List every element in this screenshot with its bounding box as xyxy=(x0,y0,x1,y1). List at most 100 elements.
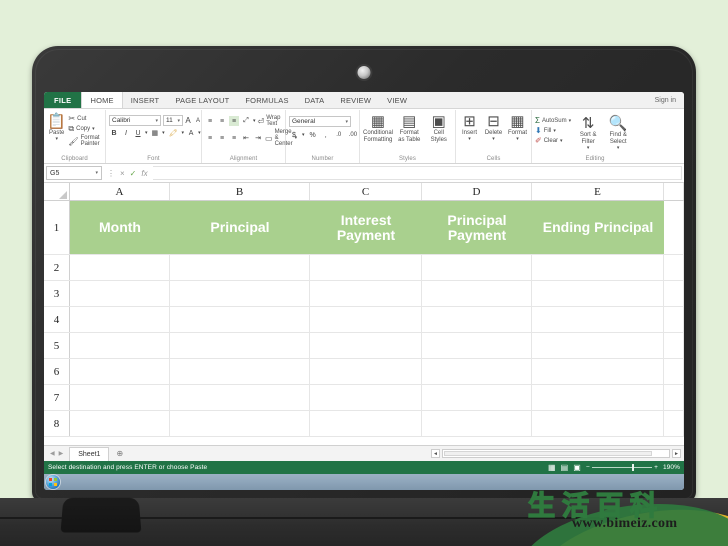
insert-function-button[interactable]: fx xyxy=(141,169,147,178)
format-as-table-button[interactable]: ▤ Format as Table xyxy=(396,112,423,144)
delete-cells-button[interactable]: ⊟ Delete ▾ xyxy=(483,112,504,143)
enter-formula-button[interactable]: ✓ xyxy=(130,169,137,178)
cell-e4[interactable] xyxy=(532,307,664,332)
increase-decimal-icon[interactable]: .0 xyxy=(334,130,344,140)
autosum-button[interactable]: Σ AutoSum ▾ xyxy=(535,116,571,125)
cell-e3[interactable] xyxy=(532,281,664,306)
tab-view[interactable]: VIEW xyxy=(379,92,415,108)
orientation-icon[interactable]: ⤢ xyxy=(241,116,251,126)
tab-review[interactable]: REVIEW xyxy=(332,92,379,108)
more-options-icon[interactable]: ⋮ xyxy=(107,169,115,178)
align-top-icon[interactable]: ≡ xyxy=(205,116,215,126)
wrap-text-button[interactable]: ⏎ Wrap Text xyxy=(258,115,282,127)
zoom-slider-track[interactable] xyxy=(591,464,653,471)
cell-f5[interactable] xyxy=(664,333,684,358)
view-page-break-button[interactable]: ▣ xyxy=(573,463,581,472)
cell-d4[interactable] xyxy=(422,307,532,332)
align-left-icon[interactable]: ≡ xyxy=(205,133,215,143)
clear-button[interactable]: ✐ Clear ▾ xyxy=(535,136,571,145)
currency-button[interactable]: $ xyxy=(289,130,299,140)
cell-b1[interactable]: Principal xyxy=(170,201,310,254)
horizontal-scrollbar[interactable]: ◄ ► xyxy=(431,449,681,458)
fill-button[interactable]: ⬇ Fill ▾ xyxy=(535,126,571,135)
cell-a5[interactable] xyxy=(70,333,170,358)
cell-a8[interactable] xyxy=(70,411,170,436)
row-header-2[interactable]: 2 xyxy=(44,255,70,280)
row-header-3[interactable]: 3 xyxy=(44,281,70,306)
row-header-4[interactable]: 4 xyxy=(44,307,70,332)
cell-f7[interactable] xyxy=(664,385,684,410)
row-header-6[interactable]: 6 xyxy=(44,359,70,384)
cell-a7[interactable] xyxy=(70,385,170,410)
cell-e2[interactable] xyxy=(532,255,664,280)
row-header-1[interactable]: 1 xyxy=(44,201,70,254)
cell-a1[interactable]: Month xyxy=(70,201,170,254)
formula-input[interactable] xyxy=(152,166,682,180)
cell-a4[interactable] xyxy=(70,307,170,332)
view-normal-button[interactable]: ▦ xyxy=(548,463,556,472)
cell-d7[interactable] xyxy=(422,385,532,410)
percent-button[interactable]: % xyxy=(308,130,318,140)
format-painter-button[interactable]: 🖌 Format Painter xyxy=(68,135,102,147)
cell-c6[interactable] xyxy=(310,359,422,384)
tab-formulas[interactable]: FORMULAS xyxy=(237,92,296,108)
cell-f6[interactable] xyxy=(664,359,684,384)
cut-button[interactable]: ✂ Cut xyxy=(68,114,102,123)
tab-home[interactable]: HOME xyxy=(81,92,123,108)
tab-page-layout[interactable]: PAGE LAYOUT xyxy=(167,92,237,108)
cell-e8[interactable] xyxy=(532,411,664,436)
copy-button[interactable]: ⧉ Copy ▾ xyxy=(68,124,102,134)
format-cells-button[interactable]: ▦ Format ▾ xyxy=(507,112,528,143)
cell-c5[interactable] xyxy=(310,333,422,358)
grow-font-button[interactable]: A xyxy=(183,116,193,126)
font-name-input[interactable]: Calibri ▾ xyxy=(109,115,161,126)
decrease-indent-icon[interactable]: ⇤ xyxy=(241,133,251,143)
next-sheet-icon[interactable]: ▶ xyxy=(59,450,64,457)
column-header-b[interactable]: B xyxy=(170,183,310,200)
cell-b8[interactable] xyxy=(170,411,310,436)
name-box[interactable]: G5 ▾ xyxy=(46,166,102,180)
zoom-slider[interactable]: − + xyxy=(586,464,658,471)
cell-b5[interactable] xyxy=(170,333,310,358)
prev-sheet-icon[interactable]: ◀ xyxy=(50,450,55,457)
cell-d3[interactable] xyxy=(422,281,532,306)
scroll-left-icon[interactable]: ◄ xyxy=(431,449,440,458)
cell-f8[interactable] xyxy=(664,411,684,436)
column-header-a[interactable]: A xyxy=(70,183,170,200)
zoom-level[interactable]: 190% xyxy=(663,464,680,471)
cell-a2[interactable] xyxy=(70,255,170,280)
column-header-e[interactable]: E xyxy=(532,183,664,200)
italic-button[interactable]: I xyxy=(121,128,131,138)
cell-d1[interactable]: Principal Payment xyxy=(422,201,532,254)
sheet-nav-arrows[interactable]: ◀ ▶ xyxy=(47,450,66,457)
zoom-in-button[interactable]: + xyxy=(654,464,658,471)
zoom-out-button[interactable]: − xyxy=(586,464,590,471)
cell-c2[interactable] xyxy=(310,255,422,280)
cell-c7[interactable] xyxy=(310,385,422,410)
column-header-f[interactable] xyxy=(664,183,684,200)
align-middle-icon[interactable]: ≡ xyxy=(217,116,227,126)
row-header-7[interactable]: 7 xyxy=(44,385,70,410)
cell-e6[interactable] xyxy=(532,359,664,384)
cell-f1[interactable] xyxy=(664,201,684,254)
cell-styles-button[interactable]: ▣ Cell Styles xyxy=(426,112,453,144)
tab-insert[interactable]: INSERT xyxy=(123,92,168,108)
tab-file[interactable]: FILE xyxy=(44,92,82,108)
add-sheet-button[interactable]: ⊕ xyxy=(112,449,127,458)
cell-b7[interactable] xyxy=(170,385,310,410)
sheet-tab-sheet1[interactable]: Sheet1 xyxy=(69,446,110,461)
row-header-8[interactable]: 8 xyxy=(44,411,70,436)
decrease-decimal-icon[interactable]: .00 xyxy=(347,130,359,140)
cell-a6[interactable] xyxy=(70,359,170,384)
select-all-button[interactable] xyxy=(44,183,70,200)
fill-color-icon[interactable]: 🖍 xyxy=(167,128,180,138)
scroll-track[interactable] xyxy=(442,449,670,458)
cell-b3[interactable] xyxy=(170,281,310,306)
bold-button[interactable]: B xyxy=(109,128,119,138)
conditional-formatting-button[interactable]: ▦ Conditional Formatting xyxy=(363,112,393,144)
cell-f4[interactable] xyxy=(664,307,684,332)
scroll-right-icon[interactable]: ► xyxy=(672,449,681,458)
cell-d6[interactable] xyxy=(422,359,532,384)
zoom-slider-knob[interactable] xyxy=(631,464,634,471)
align-center-icon[interactable]: ≡ xyxy=(217,133,227,143)
